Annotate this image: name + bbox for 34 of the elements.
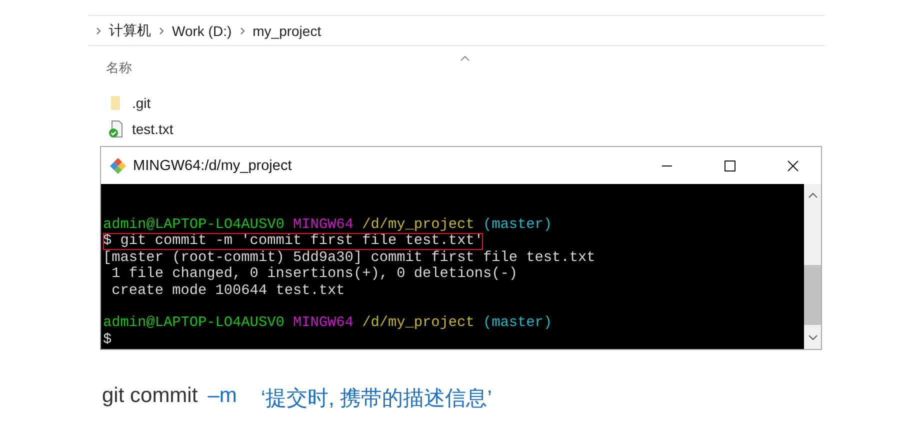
terminal-text: /d/my_project	[362, 217, 474, 234]
chevron-icon	[96, 26, 101, 34]
breadcrumb-item[interactable]: my_project	[252, 22, 322, 38]
maximize-icon[interactable]	[724, 160, 736, 172]
terminal-text: $	[103, 332, 112, 348]
caption-text: git commit	[102, 384, 198, 409]
terminal-text: 1 file changed, 0 insertions(+), 0 deletions(-)	[110, 266, 518, 283]
file-name[interactable]: .git	[132, 95, 151, 111]
terminal-text: admin@LAPTOP-LO4AUSV0	[103, 217, 284, 234]
chevron-icon	[159, 26, 164, 34]
terminal-text: /d/my_project	[362, 315, 474, 332]
scroll-up-icon[interactable]	[808, 192, 818, 198]
file-name[interactable]: test.txt	[132, 121, 174, 137]
breadcrumb-item[interactable]: Work (D:)	[172, 22, 232, 38]
scroll-down-icon[interactable]	[808, 335, 818, 341]
terminal-text: [master (root-commit) 5dd9a30] commit first file test.txt	[103, 250, 596, 266]
terminal-text: admin@LAPTOP-LO4AUSV0	[103, 315, 284, 332]
terminal-text: (master)	[482, 315, 552, 332]
terminal-text: (master)	[482, 217, 552, 234]
diamond-logo-icon	[109, 156, 127, 174]
caption-text: ‘提交时, 携带的描述信息’	[260, 386, 492, 412]
file-check-icon	[108, 120, 124, 138]
chevron-icon	[240, 26, 245, 34]
breadcrumb-item[interactable]: 计算机	[109, 22, 151, 40]
window-title: MINGW64:/d/my_project	[133, 158, 293, 174]
terminal-text: MINGW64	[292, 315, 354, 332]
sort-caret-icon	[460, 55, 470, 61]
terminal-text: create mode 100644 test.txt	[110, 282, 345, 299]
caption-text: –m	[208, 384, 237, 409]
terminal-text: $ git commit -m 'commit first file test.txt'	[103, 233, 483, 250]
close-icon[interactable]	[786, 160, 798, 172]
scrollbar[interactable]	[804, 184, 821, 349]
terminal-text: MINGW64	[292, 217, 354, 234]
column-header[interactable]: 名称	[106, 59, 132, 89]
